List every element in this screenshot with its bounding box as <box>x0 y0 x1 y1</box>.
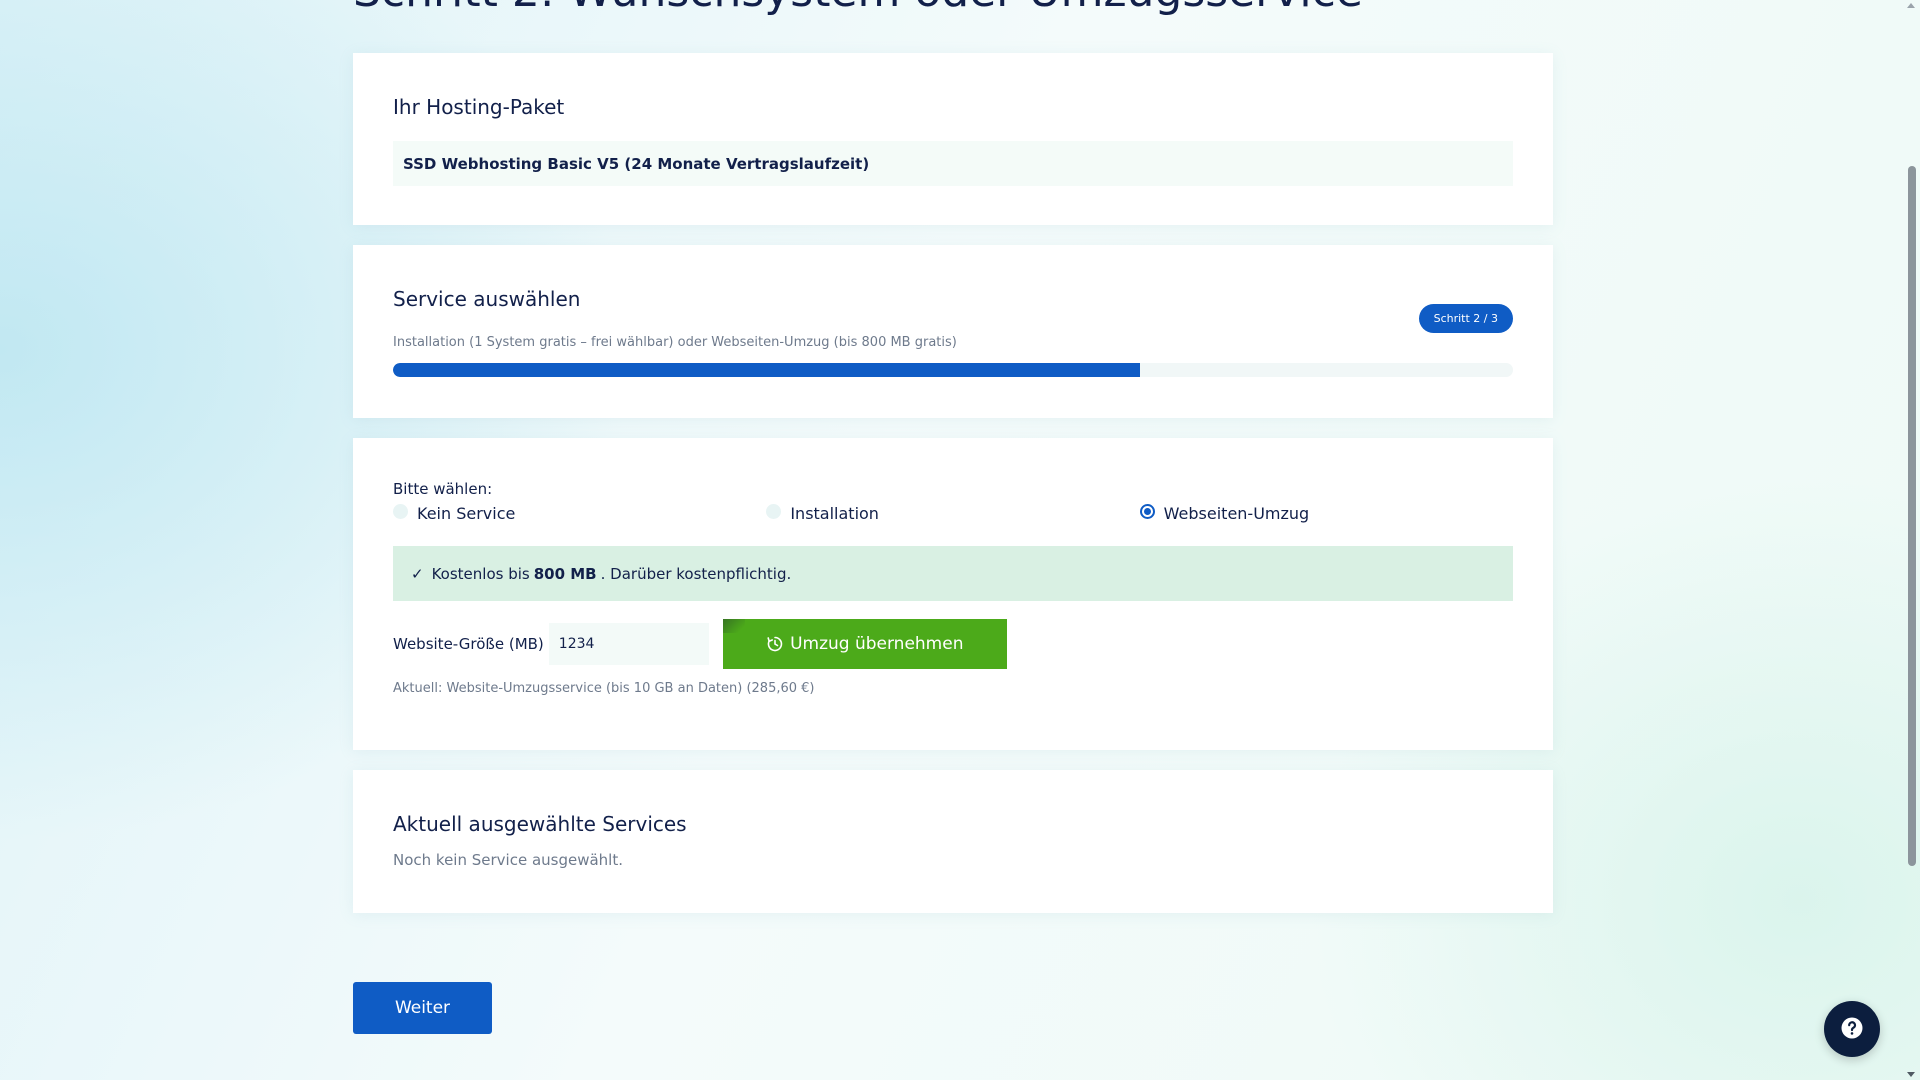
service-radio-group: Kein Service Installation Webseiten-Umzu… <box>393 504 1513 523</box>
step-progress-bar <box>393 363 1513 377</box>
choose-prompt: Bitte wählen: <box>393 480 493 498</box>
radio-option-webseiten-umzug[interactable]: Webseiten-Umzug <box>1139 504 1513 523</box>
radio-option-kein-service[interactable]: Kein Service <box>393 504 766 523</box>
radio-option-installation[interactable]: Installation <box>766 504 1139 523</box>
apply-button-label: Umzug übernehmen <box>790 634 964 654</box>
radio-button[interactable] <box>766 504 782 519</box>
notice-suffix: . Darüber kostenpflichtig. <box>600 564 792 583</box>
selected-services-card: Aktuell ausgewählte Services Noch kein S… <box>353 770 1553 913</box>
radio-button[interactable] <box>393 504 408 519</box>
service-select-card: Service auswählen Schritt 2 / 3 Installa… <box>353 245 1553 418</box>
free-limit-notice: ✓ Kostenlos bis 800 MB . Darüber kostenp… <box>393 546 1513 601</box>
next-button[interactable]: Weiter <box>353 982 492 1034</box>
scroll-thumb[interactable] <box>1908 166 1916 866</box>
page-title: Schritt 2: Wunschsystem oder Umzugsservi… <box>353 0 1363 17</box>
radio-label: Webseiten-Umzug <box>1163 504 1310 523</box>
radio-label: Installation <box>790 504 879 523</box>
notice-prefix: Kostenlos bis <box>431 564 530 583</box>
step-progress-fill <box>393 363 1141 377</box>
website-size-input[interactable] <box>548 623 709 665</box>
step-badge: Schritt 2 / 3 <box>1418 304 1513 333</box>
website-size-row: Website-Größe (MB) Umzug übernehmen <box>393 619 1007 669</box>
current-service-info: Aktuell: Website-Umzugsservice (bis 10 G… <box>393 681 815 696</box>
scroll-down-arrow-icon[interactable] <box>1907 1072 1915 1077</box>
help-button[interactable] <box>1824 1001 1880 1057</box>
clock-refresh-icon <box>766 635 784 653</box>
service-options-card: Bitte wählen: Kein Service Installation … <box>353 438 1553 750</box>
page-scrollbar[interactable] <box>1903 0 1920 1080</box>
hosting-package-name: SSD Webhosting Basic V5 (24 Monate Vertr… <box>393 141 1513 186</box>
radio-label: Kein Service <box>417 504 516 523</box>
notice-highlight: 800 MB <box>533 564 597 583</box>
service-description: Installation (1 System gratis – frei wäh… <box>393 335 957 350</box>
selected-services-empty: Noch kein Service ausgewählt. <box>393 851 623 869</box>
apply-migration-button[interactable]: Umzug übernehmen <box>722 619 1007 669</box>
scroll-up-arrow-icon[interactable] <box>1907 3 1915 8</box>
question-mark-icon <box>1840 1016 1864 1043</box>
hosting-package-card: Ihr Hosting-Paket SSD Webhosting Basic V… <box>353 53 1553 225</box>
radio-button-checked[interactable] <box>1139 504 1155 519</box>
service-select-title: Service auswählen <box>393 287 581 311</box>
selected-services-title: Aktuell ausgewählte Services <box>393 812 687 836</box>
hosting-package-title: Ihr Hosting-Paket <box>393 95 565 119</box>
check-icon: ✓ <box>411 564 424 583</box>
website-size-label: Website-Größe (MB) <box>393 635 544 653</box>
